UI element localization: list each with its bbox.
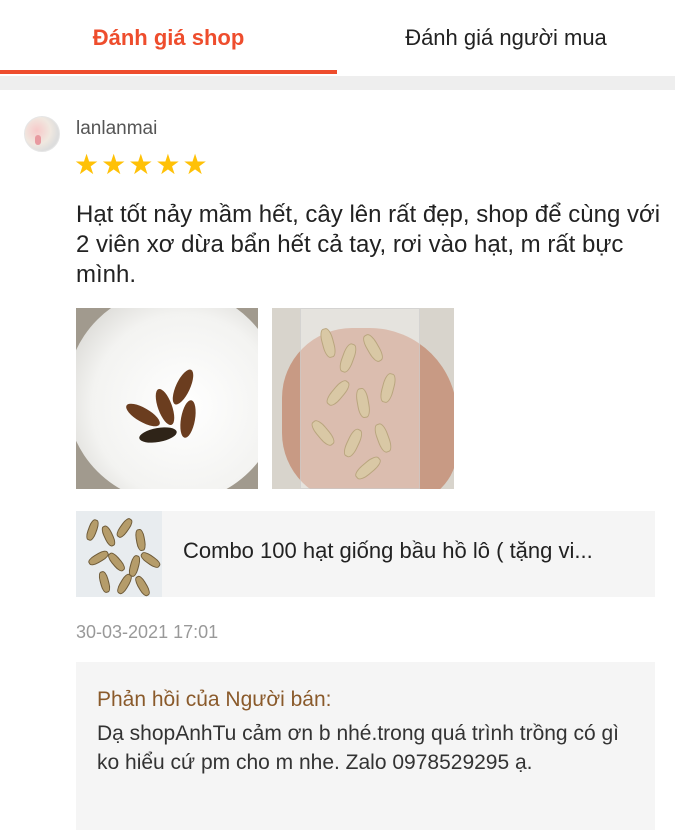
product-card[interactable]: Combo 100 hạt giống bầu hồ lô ( tặng vi.… [76,511,655,597]
active-tab-indicator [0,70,337,74]
seed-shape [86,548,111,568]
seed-shape [115,572,134,596]
reviewer-username: lanlanmai [76,118,158,139]
seller-reply-title: Phản hồi của Người bán: [97,688,332,711]
seller-reply-text: Dạ shopAnhTu cảm ơn b nhé.trong quá trìn… [97,722,619,774]
seed-shape [138,550,162,570]
product-title: Combo 100 hạt giống bầu hồ lô ( tặng vi.… [183,538,593,563]
star-icon: ★ [155,148,181,181]
seed-shape [105,550,128,574]
review-tabs: Đánh giá shop Đánh giá người mua [0,0,675,76]
seed-shape [84,518,101,542]
seed-shape [114,516,135,540]
product-thumbnail [76,511,162,597]
star-icon: ★ [182,148,208,181]
review-timestamp: 30-03-2021 17:01 [76,622,219,642]
seed-shape [99,524,118,548]
star-icon: ★ [101,148,127,181]
star-icon: ★ [128,148,154,181]
star-icon: ★ [74,148,100,181]
seed-shape [97,570,112,594]
avatar[interactable] [24,116,60,152]
rating-stars: ★ ★ ★ ★ ★ [74,150,210,180]
review-text: Hạt tốt nảy mầm hết, cây lên rất đẹp, sh… [76,201,661,288]
section-divider [0,76,675,90]
seed-shape [134,528,147,552]
review-photo[interactable] [272,308,454,489]
seller-reply-box: Phản hồi của Người bán: Dạ shopAnhTu cảm… [76,662,655,830]
seed-shape [133,574,152,597]
tab-shop-review[interactable]: Đánh giá shop [0,0,337,76]
review-photo[interactable] [76,308,258,489]
tab-buyer-review[interactable]: Đánh giá người mua [337,0,675,76]
